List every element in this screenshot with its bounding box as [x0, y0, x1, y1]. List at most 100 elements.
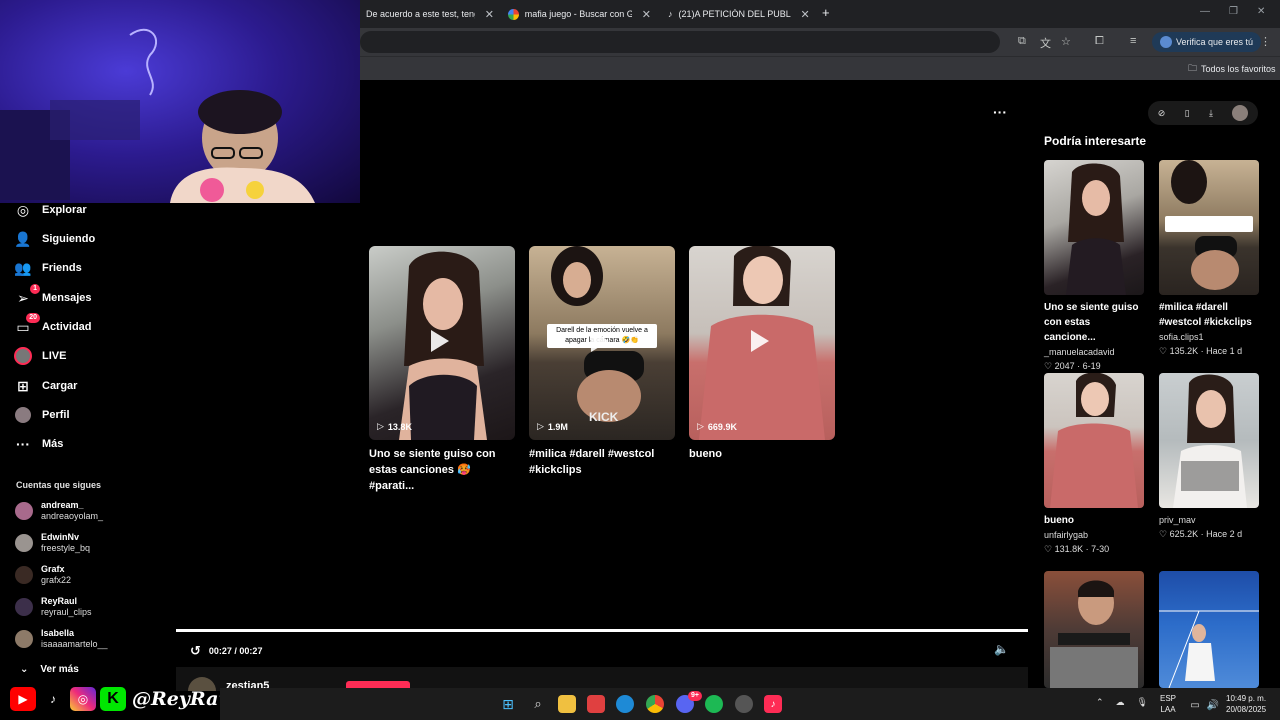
translate-icon[interactable]: 文 [1040, 35, 1051, 51]
sidebar-item-mas[interactable]: ··· Más [14, 435, 63, 453]
followed-account[interactable]: EdwinNv freestyle_bq [15, 532, 90, 554]
star-icon[interactable]: ☆ [1061, 35, 1071, 48]
minimize-icon[interactable]: — [1200, 6, 1210, 17]
stats-value: 131.8K · 7-30 [1054, 544, 1110, 554]
recommended-video[interactable] [1044, 571, 1144, 688]
close-icon[interactable]: ✕ [801, 8, 810, 21]
messages-icon: ➢ 1 [14, 284, 40, 307]
sidebar-item-cargar[interactable]: ⊞ Cargar [14, 377, 77, 395]
language-indicator[interactable]: ESP LAA [1160, 693, 1176, 715]
video-progress-bar[interactable] [176, 629, 1028, 632]
close-icon[interactable]: ✕ [642, 8, 651, 21]
more-options-icon[interactable]: ··· [993, 104, 1007, 120]
phone-icon[interactable]: ▯ [1185, 108, 1190, 119]
windows-start-icon[interactable]: ⊞ [499, 695, 517, 713]
tab-test[interactable]: De acuerdo a este test, tengo 5 ✕ [360, 4, 500, 24]
followed-account[interactable]: ReyRaul reyraul_clips [15, 596, 92, 618]
video-thumbnail[interactable]: ▷ 13.8K [369, 246, 515, 440]
verify-button[interactable]: Verifica que eres tú [1152, 32, 1262, 52]
chrome-icon[interactable] [646, 695, 664, 713]
close-window-icon[interactable]: ✕ [1257, 6, 1265, 17]
sidebar-item-friends[interactable]: 👥 Friends [14, 259, 81, 277]
new-tab-button[interactable]: + [822, 5, 830, 20]
account-handle: isaaaamartelo__ [41, 639, 108, 649]
video-description[interactable]: #milica #darell #westcol #kickclips [529, 446, 675, 478]
followed-account[interactable]: Isabella isaaaamartelo__ [15, 628, 108, 650]
network-icon[interactable]: ▭ [1186, 696, 1204, 714]
unread-badge: 1 [30, 284, 40, 294]
file-explorer-icon[interactable] [558, 695, 576, 713]
app-icon[interactable] [587, 695, 605, 713]
recommended-stats: ♡ 2047 · 6-19 [1044, 359, 1144, 373]
sidebar-item-label: LIVE [42, 350, 67, 362]
view-count: ▷ 13.8K [377, 421, 412, 432]
menu-icon[interactable]: ⋮ [1260, 35, 1271, 48]
volume-tray-icon[interactable]: 🔊 [1204, 696, 1222, 714]
recommended-user[interactable]: _manuelacadavid [1044, 345, 1144, 359]
video-thumbnail[interactable] [1159, 571, 1259, 688]
edge-icon[interactable] [616, 695, 634, 713]
tab-google[interactable]: mafia juego - Buscar con Googl ✕ [502, 4, 657, 24]
sidebar-item-mensajes[interactable]: ➢ 1 Mensajes [14, 284, 92, 307]
recommended-video[interactable]: priv_mav ♡ 625.2K · Hace 2 d [1159, 373, 1259, 541]
address-input[interactable] [360, 31, 1000, 53]
video-thumbnail[interactable] [1159, 160, 1259, 295]
search-icon[interactable]: ⌕ [529, 695, 547, 713]
all-favorites-button[interactable]: 🗀 Todos los favoritos [1188, 61, 1276, 77]
volume-icon[interactable]: 🔈 [994, 642, 1009, 656]
recommended-stats: ♡ 625.2K · Hace 2 d [1159, 527, 1259, 541]
download-icon[interactable]: ⤓ [1209, 108, 1213, 119]
see-more-button[interactable]: ⌄ Ver más [20, 664, 79, 675]
discord-icon[interactable]: 9+ [676, 691, 702, 713]
tab-tiktok[interactable]: ♪ (21)A PETICIÓN DEL PUBLICO... ✕ [662, 4, 817, 24]
recommended-user[interactable]: unfairlygab [1044, 528, 1144, 542]
video-thumbnail[interactable]: KICK Darell de la emoción vuelve a apaga… [529, 246, 675, 440]
cast-icon[interactable]: ⧉ [1018, 35, 1026, 48]
recommended-stats: ♡ 131.8K · 7-30 [1044, 542, 1144, 556]
video-thumbnail[interactable] [1159, 373, 1259, 508]
extensions-icon[interactable]: ⧠ [1095, 35, 1104, 48]
sidebar-item-live[interactable]: LIVE [14, 347, 66, 365]
video-description[interactable]: Uno se siente guiso con estas canciones … [369, 446, 515, 494]
recommended-video[interactable]: #milica #darell #westcol #kickclips sofi… [1159, 160, 1259, 358]
recommended-user[interactable]: sofia.clips1 [1159, 330, 1259, 344]
spotify-icon[interactable] [705, 695, 723, 713]
stream-social-overlay: ▶ ♪ ◎ K @ReyRaul [10, 686, 240, 712]
chevron-up-icon[interactable]: ⌃ [1096, 697, 1104, 708]
video-thumbnail[interactable] [1044, 160, 1144, 295]
sidebar-item-explorar[interactable]: ◎ Explorar [14, 201, 87, 219]
replay-icon[interactable]: ↺ [190, 643, 201, 659]
followed-account[interactable]: andream_ andreaoyolam_ [15, 500, 103, 522]
microphone-icon[interactable]: 🎙 [1137, 697, 1148, 708]
obs-icon[interactable] [735, 695, 753, 713]
video-description[interactable]: bueno [689, 446, 835, 462]
cloud-icon[interactable]: ☁ [1116, 697, 1125, 708]
recommended-video[interactable] [1159, 571, 1259, 688]
system-clock[interactable]: 10:49 p. m. 20/08/2025 [1226, 693, 1266, 715]
account-handle: reyraul_clips [41, 607, 92, 617]
video-thumbnail[interactable] [1044, 373, 1144, 508]
google-icon [508, 8, 519, 20]
kick-icon: K [100, 687, 126, 711]
video-card[interactable]: KICK Darell de la emoción vuelve a apaga… [529, 246, 675, 478]
sidebar-item-siguiendo[interactable]: 👤 Siguiendo [14, 230, 95, 248]
sidebar-item-actividad[interactable]: ▭ 20 Actividad [14, 313, 92, 336]
followed-account[interactable]: Grafx grafx22 [15, 564, 71, 586]
recommended-user[interactable]: priv_mav [1159, 513, 1259, 527]
video-card[interactable]: ▷ 669.9K bueno [689, 246, 835, 462]
close-icon[interactable]: ✕ [485, 8, 494, 21]
video-card[interactable]: ▷ 13.8K Uno se siente guiso con estas can… [369, 246, 515, 494]
recommended-video[interactable]: Uno se siente guiso con estas cancione..… [1044, 160, 1144, 373]
reading-list-icon[interactable]: ≡ [1130, 35, 1136, 47]
avatar[interactable] [1232, 105, 1249, 121]
video-thumbnail[interactable]: ▷ 669.9K [689, 246, 835, 440]
svg-text:KICK: KICK [589, 410, 619, 424]
sidebar-item-perfil[interactable]: Perfil [14, 406, 70, 424]
tiktok-app-icon[interactable]: ♪ [764, 695, 782, 713]
profile-icon [14, 406, 32, 424]
maximize-icon[interactable]: ❐ [1229, 6, 1238, 17]
account-handle: grafx22 [41, 575, 72, 585]
recommended-video[interactable]: bueno unfairlygab ♡ 131.8K · 7-30 [1044, 373, 1144, 556]
link-icon[interactable]: ⊘ [1158, 108, 1166, 119]
video-thumbnail[interactable] [1044, 571, 1144, 688]
